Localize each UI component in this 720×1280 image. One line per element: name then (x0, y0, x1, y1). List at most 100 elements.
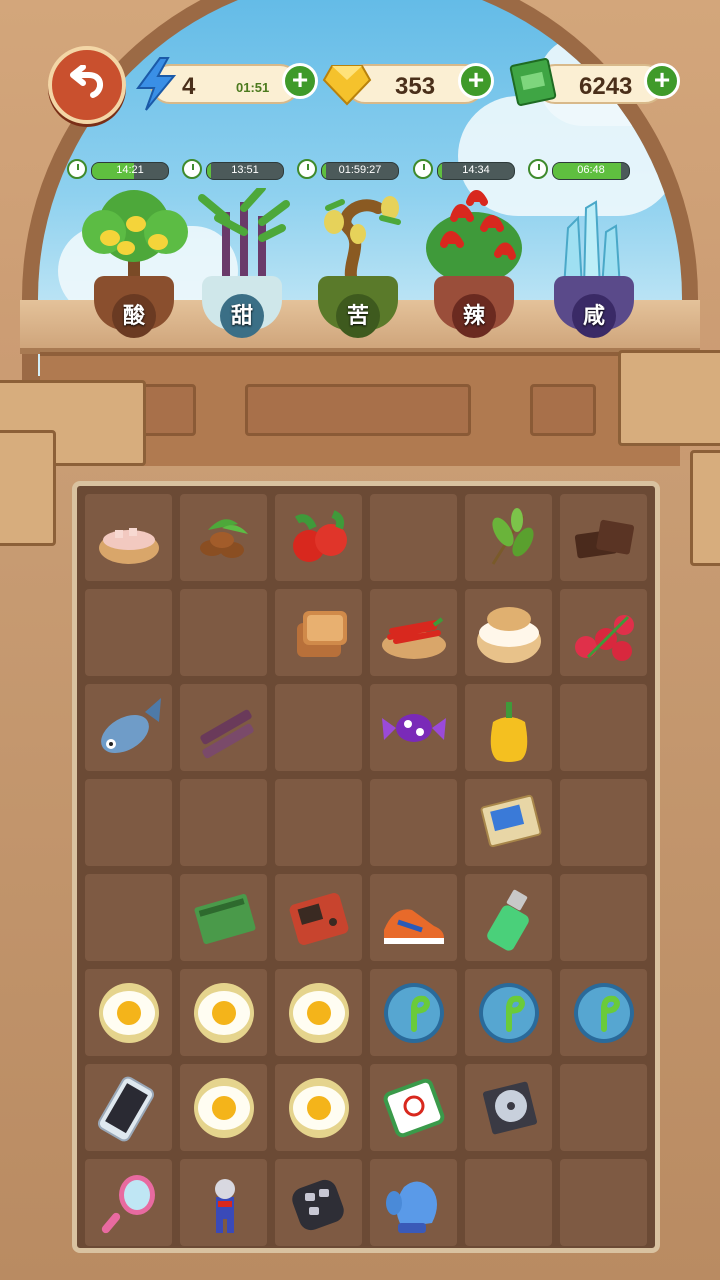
plant-sour[interactable]: 酸 (74, 188, 194, 338)
pot-label: 辣 (452, 294, 496, 338)
lighter-icon[interactable] (473, 882, 545, 954)
board-cell[interactable] (560, 874, 647, 961)
board-cell[interactable] (180, 494, 267, 581)
board-cell[interactable] (180, 1064, 267, 1151)
board-cell[interactable] (465, 1064, 552, 1151)
add-cash-button[interactable]: + (644, 63, 680, 99)
board-cell[interactable] (465, 969, 552, 1056)
blue-mitten-icon[interactable] (378, 1167, 450, 1239)
raspberries-icon[interactable] (568, 597, 640, 669)
board-cell[interactable] (180, 969, 267, 1056)
board-cell[interactable] (275, 494, 362, 581)
board-cell[interactable] (560, 684, 647, 771)
add-energy-button[interactable]: + (282, 63, 318, 99)
timer-text: 06:48 (577, 164, 605, 176)
board-cell[interactable] (85, 494, 172, 581)
board-cell[interactable] (275, 1159, 362, 1246)
merge-board (72, 481, 660, 1253)
clock-icon (528, 159, 548, 179)
board-cell[interactable] (85, 969, 172, 1056)
board-cell[interactable] (180, 684, 267, 771)
board-cell[interactable] (370, 1159, 457, 1246)
fried-egg-icon[interactable] (188, 977, 260, 1049)
board-cell[interactable] (560, 1159, 647, 1246)
board-cell[interactable] (560, 589, 647, 676)
board-cell[interactable] (180, 779, 267, 866)
board-cell[interactable] (85, 1159, 172, 1246)
board-cell[interactable] (85, 1064, 172, 1151)
pot-label: 酸 (112, 294, 156, 338)
add-gems-button[interactable]: + (458, 63, 494, 99)
handheld-game-icon[interactable] (283, 882, 355, 954)
salt-bowl-icon[interactable] (93, 502, 165, 574)
sprout-bubble-icon[interactable] (473, 977, 545, 1049)
board-cell[interactable] (180, 589, 267, 676)
cream-puff-icon[interactable] (473, 597, 545, 669)
board-cell[interactable] (560, 779, 647, 866)
fried-egg-icon[interactable] (283, 977, 355, 1049)
plant-bitter[interactable]: 苦 (298, 188, 418, 338)
coffee-beans-icon[interactable] (188, 502, 260, 574)
board-cell[interactable] (465, 494, 552, 581)
board-cell[interactable] (370, 969, 457, 1056)
board-cell[interactable] (370, 589, 457, 676)
board-cell[interactable] (275, 874, 362, 961)
board-cell[interactable] (85, 589, 172, 676)
board-cell[interactable] (275, 1064, 362, 1151)
toast-bread-icon[interactable] (283, 597, 355, 669)
mahjong-tile-icon[interactable] (378, 1072, 450, 1144)
cd-case-icon[interactable] (473, 1072, 545, 1144)
board-cell[interactable] (180, 874, 267, 961)
trading-card-icon[interactable] (473, 787, 545, 859)
plant-sweet[interactable]: 甜 (182, 188, 302, 338)
board-cell[interactable] (465, 779, 552, 866)
tea-leaves-icon[interactable] (473, 502, 545, 574)
board-cell[interactable] (560, 969, 647, 1056)
hand-mirror-icon[interactable] (93, 1167, 165, 1239)
fried-egg-icon[interactable] (188, 1072, 260, 1144)
board-cell[interactable] (370, 684, 457, 771)
board-cell[interactable] (465, 684, 552, 771)
sprout-bubble-icon[interactable] (378, 977, 450, 1049)
board-cell[interactable] (465, 874, 552, 961)
board-cell[interactable] (275, 779, 362, 866)
board-cell[interactable] (85, 684, 172, 771)
gem-value: 353 (395, 73, 436, 100)
board-cell[interactable] (465, 1159, 552, 1246)
crate-right (618, 350, 720, 446)
sugarcane-icon[interactable] (188, 692, 260, 764)
board-cell[interactable] (275, 684, 362, 771)
board-cell[interactable] (275, 589, 362, 676)
plant-spicy[interactable]: 辣 (414, 188, 534, 338)
plant-timer-sweet: 13:51 (182, 159, 286, 181)
board-cell[interactable] (180, 1159, 267, 1246)
plant-salty[interactable]: 咸 (534, 188, 654, 338)
board-cell[interactable] (465, 589, 552, 676)
sprout-bubble-icon[interactable] (568, 977, 640, 1049)
crate-right-2 (690, 450, 720, 566)
sneaker-icon[interactable] (378, 882, 450, 954)
board-cell[interactable] (85, 779, 172, 866)
board-cell[interactable] (370, 494, 457, 581)
candy-icon[interactable] (378, 692, 450, 764)
hawthorn-berries-icon[interactable] (283, 502, 355, 574)
board-cell[interactable] (560, 1064, 647, 1151)
board-cell[interactable] (370, 1064, 457, 1151)
board-cell[interactable] (275, 969, 362, 1056)
clock-icon (182, 159, 202, 179)
smartphone-icon[interactable] (93, 1072, 165, 1144)
fish-icon[interactable] (93, 692, 165, 764)
chocolate-icon[interactable] (568, 502, 640, 574)
fried-egg-icon[interactable] (283, 1072, 355, 1144)
board-cell[interactable] (85, 874, 172, 961)
notebook-icon[interactable] (188, 882, 260, 954)
bell-pepper-icon[interactable] (473, 692, 545, 764)
board-cell[interactable] (370, 779, 457, 866)
chili-bowl-icon[interactable] (378, 597, 450, 669)
board-cell[interactable] (560, 494, 647, 581)
hero-figure-icon[interactable] (188, 1167, 260, 1239)
car-key-icon[interactable] (283, 1167, 355, 1239)
fried-egg-icon[interactable] (93, 977, 165, 1049)
back-button[interactable] (48, 46, 126, 124)
board-cell[interactable] (370, 874, 457, 961)
